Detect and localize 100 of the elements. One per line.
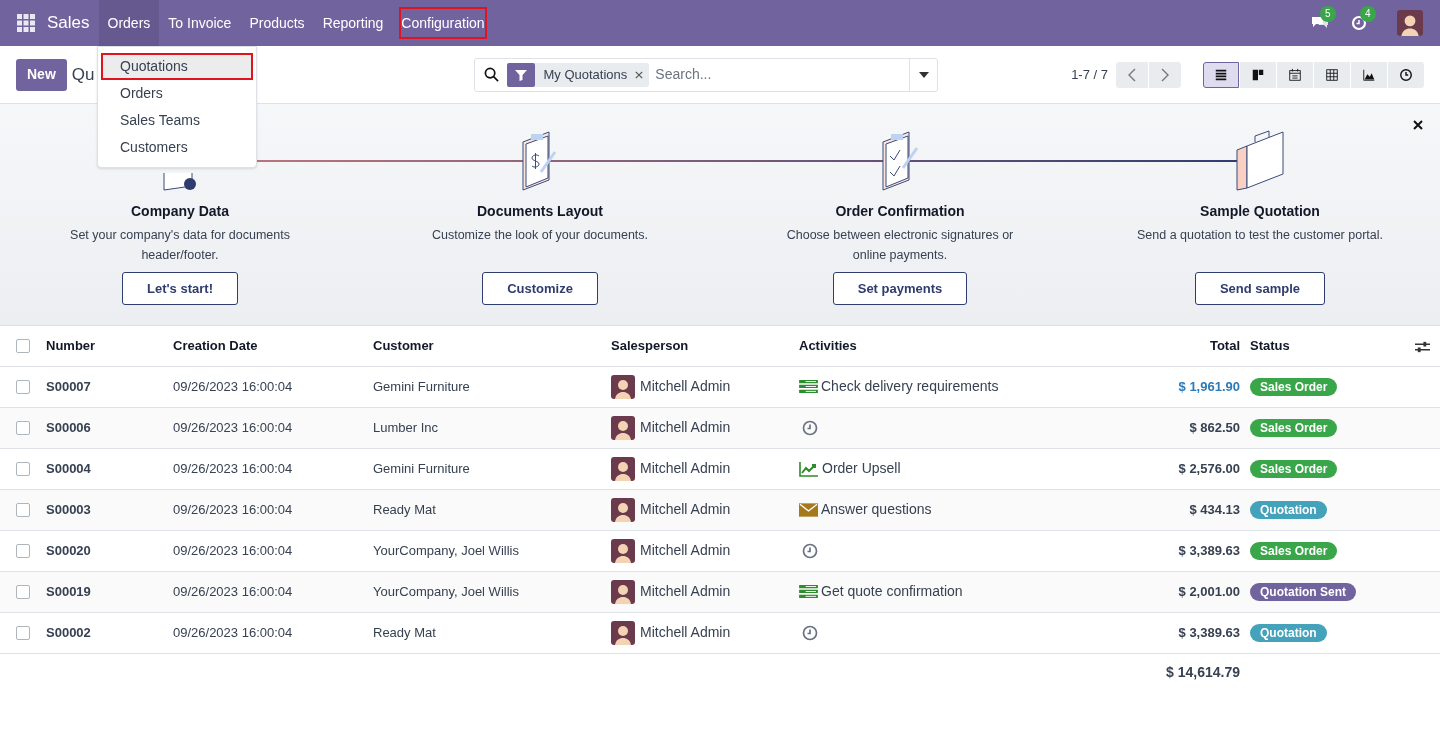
customer-name: Ready Mat (373, 624, 436, 640)
menu-item[interactable]: Reporting (313, 0, 393, 46)
activity-summary: Check delivery requirements (821, 377, 999, 396)
dropdown-item[interactable]: Sales Teams (101, 107, 253, 134)
search-field[interactable]: My Quotations Search... (474, 57, 939, 92)
table-row[interactable]: S00019 09/26/2023 16:00:04 YourCompany, Joel Willis Mitchell Admin Get quote confirmation $ 2,001.00 Quotation Sent (0, 571, 1440, 612)
view-switch-button[interactable] (1277, 61, 1313, 88)
dropdown-item[interactable]: Quotations (101, 53, 253, 80)
creation-date: 09/26/2023 16:00:04 (173, 583, 293, 599)
list-icon (1214, 67, 1228, 82)
column-header[interactable]: Number (46, 338, 96, 353)
dropdown-item[interactable]: Orders (101, 80, 253, 107)
table-row[interactable]: S00004 09/26/2023 16:00:04 Gemini Furniture Mitchell Admin Order Upsell $ 2,576.00 Sales Order (0, 448, 1440, 489)
creation-date: 09/26/2023 16:00:04 (173, 501, 293, 517)
view-switch-button[interactable] (1314, 61, 1350, 88)
activity-count-badge: 4 (1360, 6, 1376, 22)
creation-date: 09/26/2023 16:00:04 (173, 419, 293, 435)
status-badge: Quotation (1250, 500, 1327, 519)
row-checkbox[interactable] (16, 379, 30, 394)
status-badge: Sales Order (1250, 541, 1338, 560)
customer-name: Gemini Furniture (373, 378, 470, 394)
view-switch-button[interactable] (1203, 61, 1239, 88)
kanban-icon (1251, 67, 1265, 82)
salesperson-name: Mitchell Admin (640, 500, 731, 519)
table-row[interactable]: S00002 09/26/2023 16:00:04 Ready Mat Mitchell Admin $ 3,389.63 Quotation (0, 612, 1440, 653)
total-amount: $ 1,961.90 (1178, 378, 1240, 394)
clock-icon[interactable] (802, 542, 818, 559)
search-input[interactable]: Search... (655, 64, 910, 85)
status-badge: Sales Order (1250, 459, 1338, 478)
table-row[interactable]: S00020 09/26/2023 16:00:04 YourCompany, Joel Willis Mitchell Admin $ 3,389.63 Sales Order (0, 530, 1440, 571)
total-amount: $ 3,389.63 (1178, 542, 1240, 558)
task-list-icon (799, 584, 818, 599)
creation-date: 09/26/2023 16:00:04 (173, 378, 293, 394)
total-amount: $ 434.13 (1189, 501, 1240, 517)
envelope-icon (799, 502, 818, 517)
chevron-left-icon (1128, 67, 1136, 82)
row-checkbox[interactable] (16, 584, 30, 599)
step-title: Company Data (131, 202, 229, 221)
table-row[interactable]: S00006 09/26/2023 16:00:04 Lumber Inc Mitchell Admin $ 862.50 Sales Order (0, 407, 1440, 448)
user-avatar (611, 538, 635, 563)
step-button[interactable]: Customize (482, 272, 598, 305)
table-row[interactable]: S00007 09/26/2023 16:00:04 Gemini Furniture Mitchell Admin Check delivery requirements $ 1,961.90 Sales Order (0, 366, 1440, 407)
clock-icon[interactable] (802, 419, 818, 436)
step-button[interactable]: Let's start! (122, 272, 238, 305)
user-avatar (611, 374, 635, 399)
row-checkbox[interactable] (16, 625, 30, 640)
briefcase-drawing (1233, 128, 1287, 192)
step-title: Sample Quotation (1200, 202, 1320, 221)
menu-item[interactable]: Configuration (392, 0, 494, 46)
settings-sliders-icon[interactable] (1415, 339, 1430, 354)
menu-item[interactable]: Orders (98, 0, 160, 46)
column-header[interactable]: Total (1209, 338, 1240, 353)
salesperson-name: Mitchell Admin (640, 377, 731, 396)
column-header[interactable]: Creation Date (173, 338, 258, 353)
activity-summary: Order Upsell (822, 459, 901, 478)
column-header[interactable]: Customer (373, 338, 434, 353)
step-description: Send a quotation to test the customer portal. (1136, 227, 1384, 244)
total-amount: $ 2,576.00 (1178, 460, 1240, 476)
order-number: S00007 (46, 378, 91, 394)
row-checkbox[interactable] (16, 420, 30, 435)
search-icon[interactable] (484, 67, 500, 82)
new-button[interactable]: New (16, 58, 67, 91)
total-amount: $ 2,001.00 (1178, 583, 1240, 599)
calendar-icon (1288, 67, 1302, 82)
row-checkbox[interactable] (16, 502, 30, 517)
view-switch-button[interactable] (1240, 61, 1276, 88)
step-button[interactable]: Set payments (832, 272, 968, 305)
table-icon (1325, 67, 1339, 82)
view-switch-button[interactable] (1388, 61, 1424, 88)
column-header[interactable]: Status (1250, 338, 1290, 353)
column-header[interactable]: Salesperson (611, 338, 689, 353)
dropdown-item[interactable]: Customers (101, 134, 253, 161)
user-avatar (611, 579, 635, 604)
column-header[interactable]: Activities (799, 338, 857, 353)
customer-name: Lumber Inc (373, 419, 439, 435)
row-checkbox[interactable] (16, 543, 30, 558)
apps-grid-icon[interactable] (17, 14, 35, 32)
status-badge: Quotation (1250, 623, 1327, 642)
table-row[interactable]: S00003 09/26/2023 16:00:04 Ready Mat Mitchell Admin Answer questions $ 434.13 Quotation (0, 489, 1440, 530)
select-all-checkbox[interactable] (16, 338, 30, 353)
clipboard-check-drawing (162, 173, 198, 192)
trend-chart-icon (799, 460, 819, 477)
customer-name: YourCompany, Joel Willis (373, 542, 519, 558)
grand-total: $ 14,614.79 (1166, 663, 1240, 680)
view-switch-button[interactable] (1351, 61, 1387, 88)
total-amount: $ 3,389.63 (1178, 624, 1240, 640)
creation-date: 09/26/2023 16:00:04 (173, 460, 293, 476)
caret-icon[interactable] (919, 71, 929, 78)
step-button[interactable]: Send sample (1194, 272, 1326, 305)
close-icon[interactable] (1413, 120, 1423, 130)
row-checkbox[interactable] (16, 461, 30, 476)
menu-item[interactable]: Products (240, 0, 314, 46)
step-title: Documents Layout (477, 202, 603, 221)
menu-item[interactable]: To Invoice (159, 0, 241, 46)
user-avatar (1397, 10, 1423, 36)
clock-icon[interactable] (802, 624, 818, 641)
status-badge: Sales Order (1250, 377, 1338, 396)
activity-summary: Answer questions (821, 500, 932, 519)
filter-icon (507, 62, 536, 87)
app-name[interactable]: Sales (46, 10, 91, 36)
